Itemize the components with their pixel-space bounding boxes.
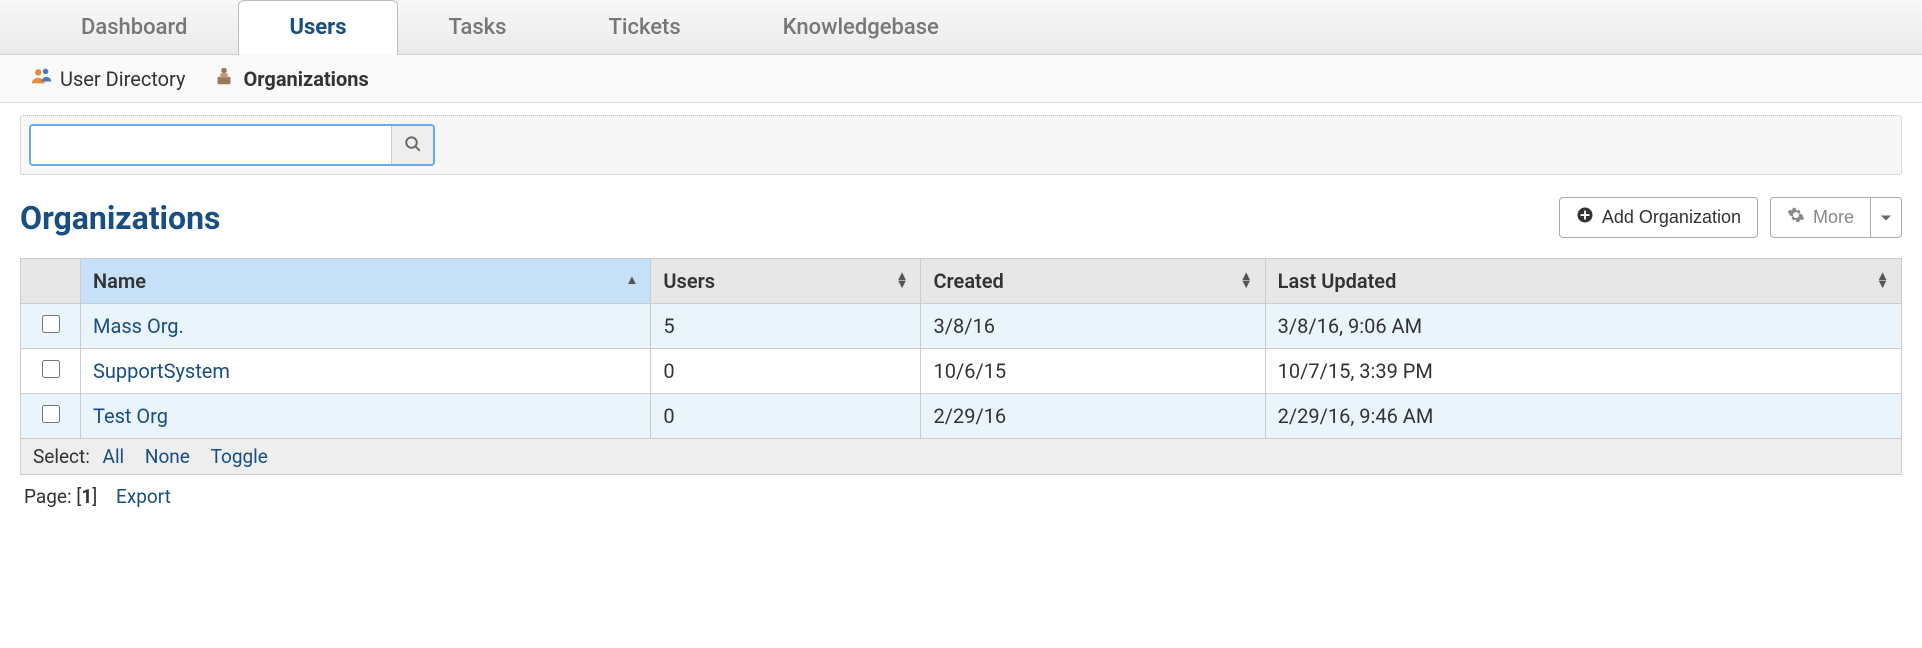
cell-last-updated: 10/7/15, 3:39 PM <box>1265 349 1901 394</box>
add-organization-button[interactable]: Add Organization <box>1559 197 1758 238</box>
cell-users: 0 <box>651 349 921 394</box>
column-created[interactable]: Created ▲▼ <box>921 259 1265 304</box>
table-row: Mass Org. 5 3/8/16 3/8/16, 9:06 AM <box>21 304 1902 349</box>
table-row: SupportSystem 0 10/6/15 10/7/15, 3:39 PM <box>21 349 1902 394</box>
column-created-label: Created <box>933 269 1003 293</box>
cell-created: 3/8/16 <box>921 304 1265 349</box>
column-users-label: Users <box>663 269 715 293</box>
page-title: Organizations <box>20 199 220 237</box>
page-current: 1 <box>81 485 92 508</box>
org-name-link[interactable]: SupportSystem <box>93 359 230 383</box>
more-button-label: More <box>1813 207 1854 228</box>
sub-nav: User Directory Organizations <box>0 55 1922 103</box>
more-button[interactable]: More <box>1770 197 1870 238</box>
add-organization-label: Add Organization <box>1602 207 1741 228</box>
column-users[interactable]: Users ▲▼ <box>651 259 921 304</box>
sort-icon: ▲▼ <box>896 273 909 289</box>
cell-created: 10/6/15 <box>921 349 1265 394</box>
column-name[interactable]: Name ▲ <box>81 259 651 304</box>
tab-tickets[interactable]: Tickets <box>557 0 731 54</box>
tab-users[interactable]: Users <box>238 0 397 55</box>
row-checkbox[interactable] <box>42 405 60 423</box>
main-tabs: Dashboard Users Tasks Tickets Knowledgeb… <box>0 0 1922 55</box>
tab-dashboard[interactable]: Dashboard <box>30 0 238 54</box>
organization-icon <box>213 65 235 92</box>
cell-last-updated: 3/8/16, 9:06 AM <box>1265 304 1901 349</box>
column-last-updated[interactable]: Last Updated ▲▼ <box>1265 259 1901 304</box>
cell-users: 5 <box>651 304 921 349</box>
pagination: Page: [1] Export <box>0 475 1922 518</box>
organizations-table: Name ▲ Users ▲▼ Created ▲▼ Last Updated … <box>20 258 1902 475</box>
search-wrapper <box>29 124 435 166</box>
plus-circle-icon <box>1576 206 1594 229</box>
subnav-user-directory[interactable]: User Directory <box>30 65 185 92</box>
column-last-updated-label: Last Updated <box>1278 269 1397 293</box>
subnav-user-directory-label: User Directory <box>60 67 185 91</box>
more-dropdown-toggle[interactable] <box>1870 197 1902 238</box>
search-input[interactable] <box>31 126 391 164</box>
cell-users: 0 <box>651 394 921 439</box>
org-name-link[interactable]: Test Org <box>93 404 168 428</box>
select-none-link[interactable]: None <box>145 445 190 468</box>
more-button-group: More <box>1770 197 1902 238</box>
search-icon <box>404 135 422 156</box>
org-name-link[interactable]: Mass Org. <box>93 314 184 338</box>
select-row: Select: All None Toggle <box>21 439 1902 475</box>
select-label: Select: <box>33 445 90 468</box>
column-name-label: Name <box>93 269 146 293</box>
tab-tasks[interactable]: Tasks <box>398 0 558 54</box>
export-link[interactable]: Export <box>116 485 171 508</box>
header-actions: Add Organization More <box>1559 197 1902 238</box>
row-checkbox[interactable] <box>42 360 60 378</box>
subnav-organizations-label: Organizations <box>243 67 368 91</box>
search-container <box>20 115 1902 175</box>
sort-asc-icon: ▲ <box>626 277 639 285</box>
caret-down-icon <box>1881 207 1891 228</box>
search-button[interactable] <box>391 126 433 164</box>
tab-knowledgebase[interactable]: Knowledgebase <box>732 0 990 54</box>
sort-icon: ▲▼ <box>1876 273 1889 289</box>
row-checkbox[interactable] <box>42 315 60 333</box>
sort-icon: ▲▼ <box>1240 273 1253 289</box>
page-header: Organizations Add Organization More <box>0 187 1922 250</box>
select-toggle-link[interactable]: Toggle <box>211 445 268 468</box>
column-checkbox <box>21 259 81 304</box>
users-icon <box>30 65 52 92</box>
gear-icon <box>1787 206 1805 229</box>
page-label: Page: <box>24 485 72 508</box>
subnav-organizations[interactable]: Organizations <box>213 65 368 92</box>
table-row: Test Org 0 2/29/16 2/29/16, 9:46 AM <box>21 394 1902 439</box>
select-all-link[interactable]: All <box>103 445 125 468</box>
cell-created: 2/29/16 <box>921 394 1265 439</box>
cell-last-updated: 2/29/16, 9:46 AM <box>1265 394 1901 439</box>
